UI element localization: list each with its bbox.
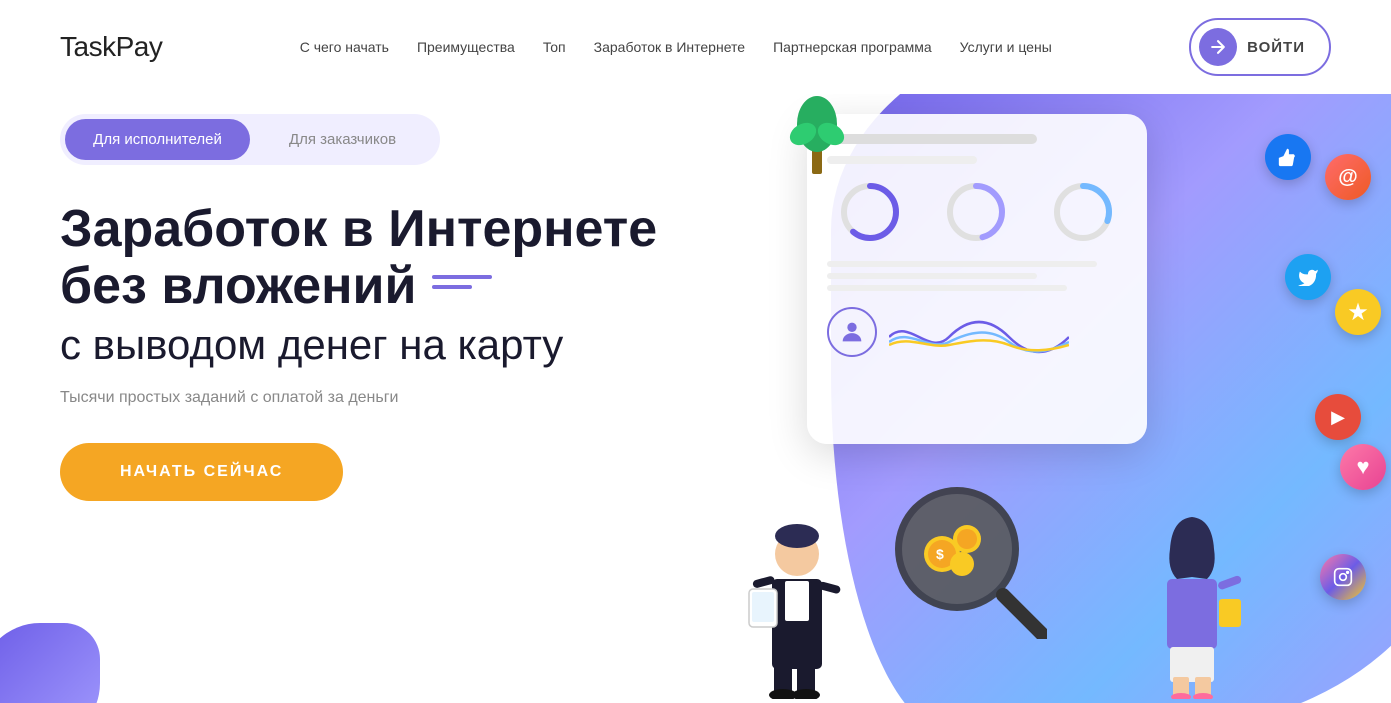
- nav-earnings[interactable]: Заработок в Интернете: [594, 39, 745, 55]
- decorative-blob-left: [0, 623, 100, 703]
- social-icon-instagram: [1320, 554, 1366, 600]
- hero-title-line1: Заработок в Интернете: [60, 201, 807, 258]
- nav-partner[interactable]: Партнерская программа: [773, 39, 932, 55]
- hero-subtitle: с выводом денег на карту: [60, 321, 807, 369]
- metric-circle-3: [1051, 180, 1116, 245]
- tab-customers[interactable]: Для заказчиков: [250, 119, 435, 160]
- logo-pay: Pay: [116, 31, 163, 62]
- right-illustration: $: [807, 94, 1391, 703]
- svg-text:$: $: [936, 546, 944, 562]
- login-button[interactable]: ВОЙТИ: [1189, 18, 1331, 76]
- nav-top[interactable]: Топ: [543, 39, 566, 55]
- hero-title-line2-text: без вложений: [60, 258, 416, 315]
- hero-title: Заработок в Интернете без вложений: [60, 201, 807, 315]
- nav-benefits[interactable]: Преимущества: [417, 39, 515, 55]
- metric-circle-1: [838, 180, 903, 245]
- underline-2: [432, 285, 472, 289]
- illustration-container: $: [727, 94, 1327, 703]
- login-icon: [1199, 28, 1237, 66]
- person-left: [737, 499, 857, 703]
- logo[interactable]: TaskPay: [60, 31, 162, 63]
- nav: С чего начать Преимущества Топ Заработок…: [300, 39, 1052, 55]
- tab-switcher: Для исполнителей Для заказчиков: [60, 114, 440, 165]
- person-right: [1137, 499, 1247, 703]
- nav-services[interactable]: Услуги и цены: [960, 39, 1052, 55]
- tab-executors[interactable]: Для исполнителей: [65, 119, 250, 160]
- main-section: Для исполнителей Для заказчиков Заработо…: [0, 94, 1391, 703]
- underline-1: [432, 275, 492, 279]
- social-icon-star: ★: [1335, 289, 1381, 335]
- login-label: ВОЙТИ: [1247, 39, 1305, 56]
- left-content: Для исполнителей Для заказчиков Заработо…: [0, 94, 807, 703]
- nav-start[interactable]: С чего начать: [300, 39, 389, 55]
- social-icon-like: [1265, 134, 1311, 180]
- magnifying-glass: $: [887, 479, 1047, 644]
- social-icon-at: @: [1325, 154, 1371, 200]
- plant-decoration: [787, 94, 847, 179]
- social-icon-play: ▶: [1315, 394, 1361, 440]
- hero-description: Тысячи простых заданий с оплатой за день…: [60, 389, 807, 407]
- logo-task: Task: [60, 31, 116, 62]
- hero-title-line2: без вложений: [60, 258, 807, 315]
- dashboard-card: [807, 114, 1147, 444]
- header: TaskPay С чего начать Преимущества Топ З…: [0, 0, 1391, 94]
- social-icon-heart: ♥: [1340, 444, 1386, 490]
- wavy-chart: [889, 307, 1069, 357]
- metric-circle-2: [944, 180, 1009, 245]
- cta-button[interactable]: НАЧАТЬ СЕЙЧАС: [60, 443, 343, 501]
- social-icon-twitter: [1285, 254, 1331, 300]
